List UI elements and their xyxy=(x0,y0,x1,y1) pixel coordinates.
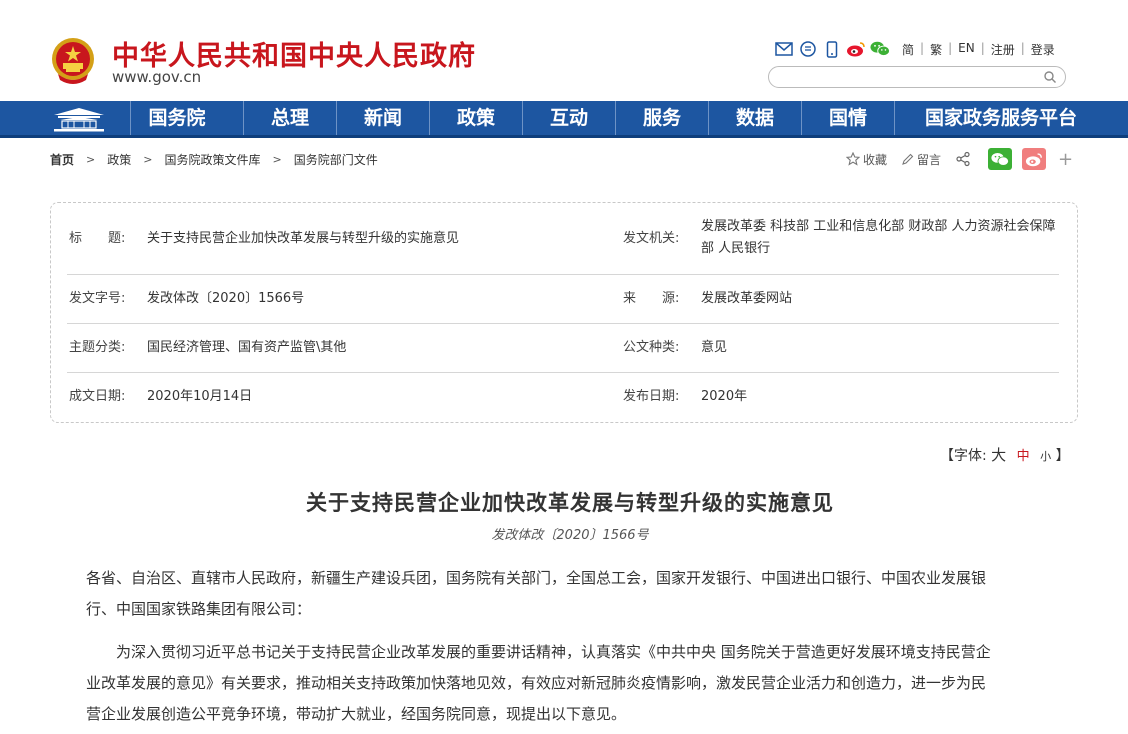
comment-button[interactable]: 留言 xyxy=(901,151,941,168)
simplified-link[interactable]: 简 xyxy=(902,41,914,58)
app-icon[interactable] xyxy=(798,40,818,58)
weibo-icon[interactable] xyxy=(846,40,866,58)
collect-button[interactable]: 收藏 xyxy=(846,151,887,168)
mail-icon[interactable] xyxy=(774,40,794,58)
source-value: 发展改革委网站 xyxy=(701,291,793,306)
info-row: 发文字号: 发改体改〔2020〕1566号 来 源: 发展改革委网站 xyxy=(67,275,1059,324)
breadcrumb-policy[interactable]: 政策 xyxy=(107,151,131,168)
separator: | xyxy=(980,41,985,55)
breadcrumb-department-docs[interactable]: 国务院部门文件 xyxy=(294,151,378,168)
issuer-value: 发展改革委 科技部 工业和信息化部 财政部 人力资源社会保障部 人民银行 xyxy=(701,219,1056,256)
breadcrumb-policy-library[interactable]: 国务院政策文件库 xyxy=(164,151,260,168)
share-icon xyxy=(956,151,970,167)
article-doc-number: 发改体改〔2020〕1566号 xyxy=(491,528,649,543)
pub-date-label: 发布日期: xyxy=(623,389,680,404)
collect-label: 收藏 xyxy=(863,152,888,167)
nav-item-interaction[interactable]: 互动 xyxy=(523,101,615,135)
home-icon[interactable] xyxy=(48,105,110,133)
paragraph-line: 营企业发展创造公平竞争环境，带动扩大就业，经国务院同意，现提出以下意见。 xyxy=(86,705,627,723)
star-icon xyxy=(846,152,860,166)
search-icon[interactable] xyxy=(1043,70,1057,84)
article-paragraph: 各省、自治区、直辖市人民政府，新疆生产建设兵团，国务院有关部门，全国总工会，国家… xyxy=(86,563,1058,625)
nav-item-service[interactable]: 服务 xyxy=(616,101,708,135)
separator: | xyxy=(1020,41,1025,55)
wechat-icon[interactable] xyxy=(870,40,890,58)
share-button[interactable] xyxy=(955,151,974,167)
nav-item-service-platform[interactable]: 国家政务服务平台 xyxy=(895,101,1107,135)
site-url[interactable]: www.gov.cn xyxy=(112,68,201,86)
article-paragraph: 为深入贯彻习近平总书记关于支持民营企业改革发展的重要讲话精神，认真落实《中共中央… xyxy=(86,637,1058,730)
breadcrumb: 首页 > 政策 > 国务院政策文件库 > 国务院部门文件 xyxy=(50,151,378,168)
title-value: 关于支持民营企业加快改革发展与转型升级的实施意见 xyxy=(147,231,460,246)
chevron-right-icon: > xyxy=(86,153,96,166)
main-nav: 国务院 总理 新闻 政策 互动 服务 数据 国情 国家政务服务平台 xyxy=(0,101,1128,138)
weibo-share-button[interactable] xyxy=(1022,148,1047,170)
font-size-open: 【字体: xyxy=(940,448,987,464)
paragraph-line: 为深入贯彻习近平总书记关于支持民营企业改革发展的重要讲话精神，认真落实《中共中央… xyxy=(86,643,991,661)
font-size-switcher: 【字体: 大 中 小 】 xyxy=(940,444,1070,465)
title-label: 标 题: xyxy=(69,231,126,246)
chevron-right-icon: > xyxy=(143,153,153,166)
type-label: 公文种类: xyxy=(623,340,680,355)
traditional-link[interactable]: 繁 xyxy=(930,41,942,58)
register-link[interactable]: 注册 xyxy=(991,41,1015,58)
info-row: 标 题: 关于支持民营企业加快改革发展与转型升级的实施意见 发文机关: 发展改革… xyxy=(67,203,1059,275)
font-size-small[interactable]: 小 xyxy=(1040,450,1051,463)
docno-label: 发文字号: xyxy=(69,291,126,306)
chevron-right-icon: > xyxy=(272,153,282,166)
header-links: 简 | 繁 | EN | 注册 | 登录 xyxy=(902,41,1055,58)
separator: | xyxy=(920,41,925,55)
font-size-close: 】 xyxy=(1055,448,1070,464)
search-box xyxy=(768,66,1066,88)
docno-value: 发改体改〔2020〕1566号 xyxy=(147,291,305,306)
pencil-icon xyxy=(902,153,914,165)
nav-item-state-council[interactable]: 国务院 xyxy=(131,101,223,135)
nav-item-premier[interactable]: 总理 xyxy=(244,101,336,135)
national-emblem-icon[interactable] xyxy=(50,36,96,86)
comment-label: 留言 xyxy=(917,152,942,167)
english-link[interactable]: EN xyxy=(958,41,975,58)
type-value: 意见 xyxy=(701,340,728,355)
info-row: 主题分类: 国民经济管理、国有资产监管\其他 公文种类: 意见 xyxy=(67,324,1059,373)
issuer-label: 发文机关: xyxy=(623,231,680,246)
more-share-button[interactable]: + xyxy=(1058,149,1073,170)
login-link[interactable]: 登录 xyxy=(1031,41,1055,58)
source-label: 来 源: xyxy=(623,291,680,306)
topic-value: 国民经济管理、国有资产监管\其他 xyxy=(147,340,347,355)
search-input[interactable] xyxy=(781,69,1041,85)
font-size-large[interactable]: 大 xyxy=(991,446,1006,464)
mobile-icon[interactable] xyxy=(822,40,842,58)
paragraph-line: 行、中国国家铁路集团有限公司： xyxy=(86,600,312,618)
site-header: 中华人民共和国中央人民政府 www.gov.cn 简 | 繁 | EN | 注册 | 登… xyxy=(0,0,1128,101)
separator: | xyxy=(948,41,953,55)
wechat-icon xyxy=(991,152,1010,166)
share-bar: 收藏 留言 + xyxy=(846,148,1073,170)
date-label: 成文日期: xyxy=(69,389,126,404)
weibo-icon xyxy=(1025,152,1042,166)
nav-item-policy[interactable]: 政策 xyxy=(430,101,522,135)
info-row: 成文日期: 2020年10月14日 发布日期: 2020年 xyxy=(67,373,1059,422)
header-icons xyxy=(774,38,894,60)
paragraph-line: 业改革发展的意见》有关要求，推动相关支持政策加快落地见效，有效应对新冠肺炎疫情影… xyxy=(86,674,987,692)
article-title: 关于支持民营企业加快改革发展与转型升级的实施意见 xyxy=(306,490,834,515)
pub-date-value: 2020年 xyxy=(701,389,748,404)
font-size-medium[interactable]: 中 xyxy=(1017,449,1030,464)
breadcrumb-home[interactable]: 首页 xyxy=(50,151,74,168)
date-value: 2020年10月14日 xyxy=(147,389,253,404)
topic-label: 主题分类: xyxy=(69,340,126,355)
wechat-share-button[interactable] xyxy=(988,148,1013,170)
nav-item-data[interactable]: 数据 xyxy=(709,101,801,135)
paragraph-line: 各省、自治区、直辖市人民政府，新疆生产建设兵团，国务院有关部门，全国总工会，国家… xyxy=(86,569,987,587)
nav-item-national-info[interactable]: 国情 xyxy=(802,101,894,135)
nav-item-news[interactable]: 新闻 xyxy=(337,101,429,135)
document-info-table: 标 题: 关于支持民营企业加快改革发展与转型升级的实施意见 发文机关: 发展改革… xyxy=(50,202,1078,423)
